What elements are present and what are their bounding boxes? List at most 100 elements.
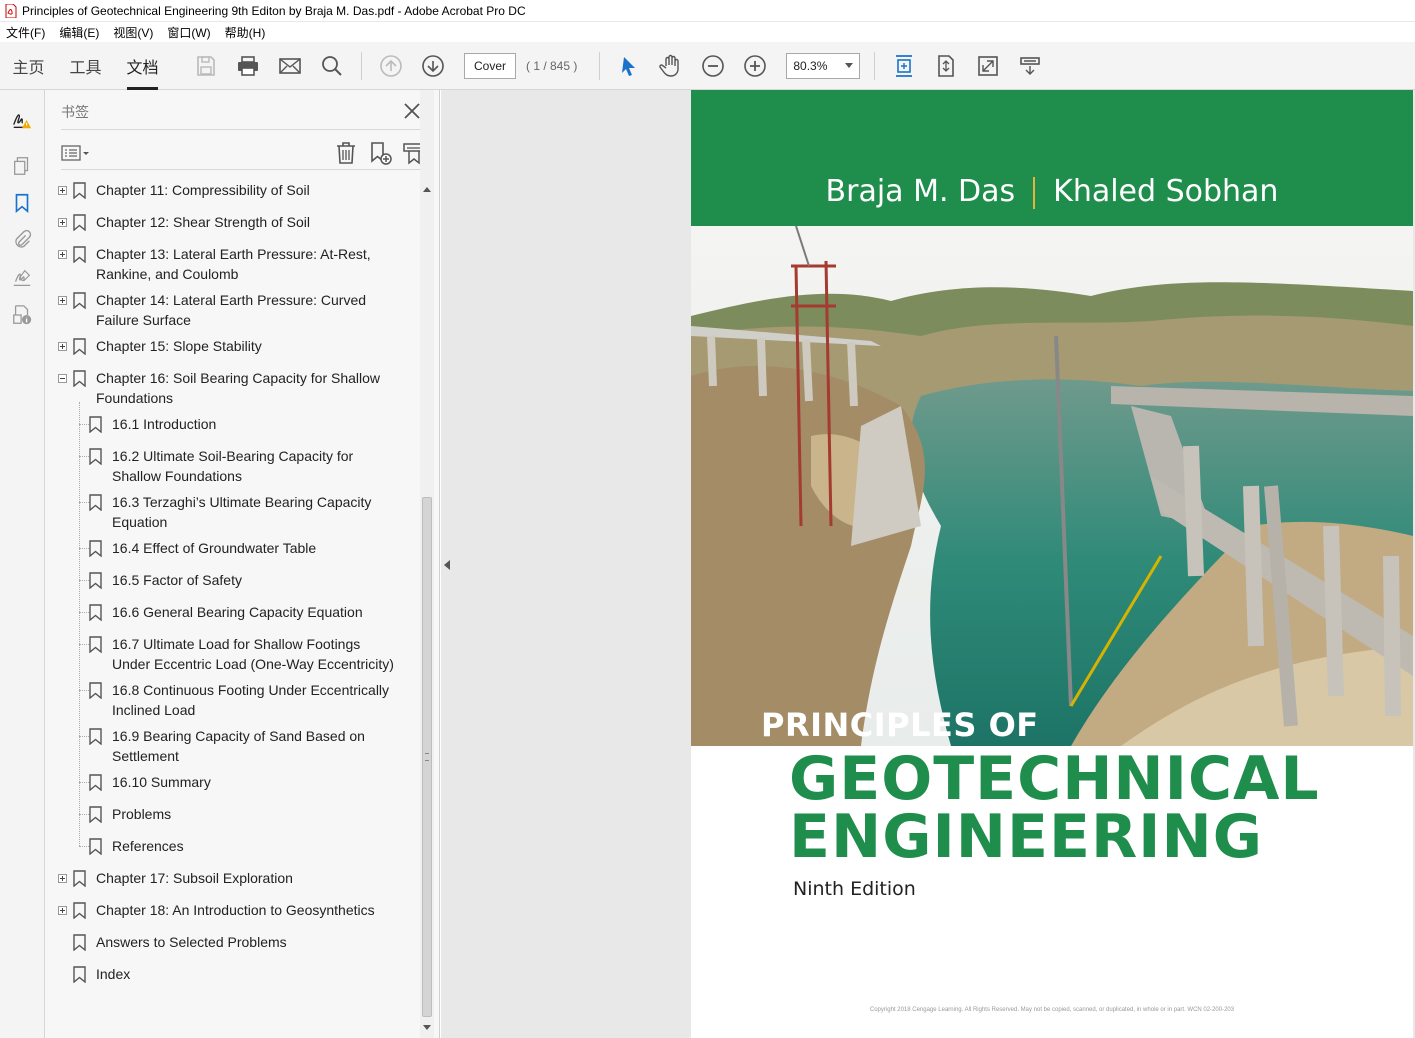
bookmark-item[interactable]: Chapter 12: Shear Strength of Soil [45, 212, 419, 244]
bookmark-subitem[interactable]: 16.5 Factor of Safety [45, 570, 419, 602]
bookmark-label: Chapter 11: Compressibility of Soil [96, 180, 310, 200]
save-icon[interactable] [185, 42, 227, 90]
bookmark-icon [73, 966, 86, 983]
new-bookmark-icon[interactable] [367, 140, 393, 166]
print-icon[interactable] [227, 42, 269, 90]
bookmark-subitem[interactable]: 16.3 Terzaghi’s Ultimate Bearing Capacit… [45, 492, 419, 538]
pdf-app-icon [4, 3, 18, 18]
bookmark-icon [73, 292, 86, 309]
bookmark-label-line-1: Index [96, 966, 131, 982]
expand-icon[interactable] [58, 296, 67, 305]
options-menu-icon[interactable] [61, 142, 95, 164]
expand-icon[interactable] [58, 342, 67, 351]
expand-icon[interactable] [58, 874, 67, 883]
collapse-icon[interactable] [58, 374, 67, 383]
collapse-panel-icon[interactable] [444, 560, 450, 570]
scroll-up-icon[interactable] [423, 187, 431, 192]
document-viewport[interactable]: Braja M. Das Khaled Sobhan PRINCIPLES OF… [441, 90, 1415, 1038]
scrolling-mode-icon[interactable] [883, 42, 925, 90]
tab-tools[interactable]: 工具 [57, 42, 114, 90]
previous-page-icon[interactable] [370, 42, 412, 90]
cover-title-line-2: ENGINEERING [789, 802, 1263, 872]
expand-icon[interactable] [58, 906, 67, 915]
grip-icon [425, 753, 429, 761]
bookmark-icon [89, 682, 102, 699]
email-icon[interactable] [269, 42, 311, 90]
scroll-down-icon[interactable] [423, 1025, 431, 1030]
bookmark-label-line-2: Rankine, and Coulomb [96, 266, 239, 282]
read-mode-icon[interactable] [1009, 42, 1051, 90]
bookmark-item[interactable]: Chapter 14: Lateral Earth Pressure: Curv… [45, 290, 419, 336]
tree-connector [79, 644, 89, 645]
document-info-icon[interactable] [8, 301, 36, 329]
menu-help[interactable]: 帮助(H) [225, 24, 266, 41]
zoom-out-icon[interactable] [692, 42, 734, 90]
bookmarks-panel-header: 书签 [61, 100, 427, 130]
full-screen-icon[interactable] [967, 42, 1009, 90]
bookmark-label: 16.3 Terzaghi’s Ultimate Bearing Capacit… [112, 492, 371, 532]
bookmark-label-line-1: Chapter 15: Slope Stability [96, 338, 262, 354]
bookmark-item[interactable]: Chapter 11: Compressibility of Soil [45, 180, 419, 212]
bookmark-label: 16.2 Ultimate Soil-Bearing Capacity for S… [112, 446, 353, 486]
bookmark-icon [89, 806, 102, 823]
bookmark-label-line-1: 16.4 Effect of Groundwater Table [112, 540, 317, 556]
tab-home[interactable]: 主页 [0, 42, 57, 90]
bookmark-item[interactable]: Chapter 16: Soil Bearing Capacity for Sh… [45, 368, 419, 414]
bookmark-subitem[interactable]: 16.2 Ultimate Soil-Bearing Capacity for S… [45, 446, 419, 492]
bookmark-subitem[interactable]: 16.9 Bearing Capacity of Sand Based on Se… [45, 726, 419, 772]
page-thumbnails-icon[interactable] [8, 152, 36, 180]
bookmarks-scrollbar[interactable] [420, 90, 434, 1038]
bookmark-subitem[interactable]: 16.10 Summary [45, 772, 419, 804]
bookmark-subitem[interactable]: 16.7 Ultimate Load for Shallow Footings U… [45, 634, 419, 680]
bookmark-subitem[interactable]: 16.6 General Bearing Capacity Equation [45, 602, 419, 634]
zoom-in-icon[interactable] [734, 42, 776, 90]
bookmark-subitem[interactable]: References [45, 836, 419, 868]
expand-icon[interactable] [58, 218, 67, 227]
page-number-input[interactable]: Cover [464, 52, 516, 79]
delete-bookmark-icon[interactable] [333, 140, 359, 166]
expand-icon[interactable] [58, 250, 67, 259]
bookmark-icon [73, 246, 86, 263]
bookmark-label: Chapter 16: Soil Bearing Capacity for Sh… [96, 368, 380, 408]
menu-file[interactable]: 文件(F) [6, 24, 45, 41]
tab-document[interactable]: 文档 [114, 42, 171, 90]
bookmark-subitem[interactable]: 16.4 Effect of Groundwater Table [45, 538, 419, 570]
bookmark-icon [73, 214, 86, 231]
bookmark-label: 16.9 Bearing Capacity of Sand Based on Se… [112, 726, 365, 766]
attachment-icon[interactable] [8, 226, 36, 254]
bookmark-item[interactable]: Chapter 15: Slope Stability [45, 336, 419, 368]
bookmark-label-line-2: Foundations [96, 390, 174, 406]
author-divider [1033, 176, 1036, 209]
bookmark-subitem[interactable]: 16.8 Continuous Footing Under Eccentrica… [45, 680, 419, 726]
scrollbar-thumb[interactable] [422, 497, 432, 1017]
menu-edit[interactable]: 编辑(E) [59, 24, 99, 41]
bookmark-icon[interactable] [8, 189, 36, 217]
signature-warning-icon[interactable] [8, 106, 36, 134]
bookmark-icon [73, 870, 86, 887]
bookmark-label: 16.1 Introduction [112, 414, 216, 434]
bookmark-item[interactable]: Chapter 18: An Introduction to Geosynthe… [45, 900, 419, 932]
signature-panel-icon[interactable] [8, 264, 36, 292]
menu-view[interactable]: 视图(V) [113, 24, 153, 41]
next-page-icon[interactable] [412, 42, 454, 90]
search-icon[interactable] [311, 42, 353, 90]
cover-photo-bridge-construction [691, 226, 1413, 746]
menu-window[interactable]: 窗口(W) [167, 24, 210, 41]
chevron-down-icon [845, 63, 854, 68]
hand-tool-icon[interactable] [650, 42, 692, 90]
bookmark-label-line-1: 16.10 Summary [112, 774, 211, 790]
bookmark-label-line-1: 16.3 Terzaghi’s Ultimate Bearing Capacit… [112, 494, 372, 510]
bookmark-subitem[interactable]: 16.1 Introduction [45, 414, 419, 446]
bookmark-item[interactable]: Chapter 13: Lateral Earth Pressure: At-R… [45, 244, 419, 290]
fit-page-icon[interactable] [925, 42, 967, 90]
bookmark-subitem[interactable]: Problems [45, 804, 419, 836]
select-tool-icon[interactable] [608, 42, 650, 90]
bookmark-item[interactable]: Chapter 17: Subsoil Exploration [45, 868, 419, 900]
bookmark-item[interactable]: Index [45, 964, 419, 996]
bookmarks-panel-title: 书签 [61, 104, 89, 120]
expand-icon[interactable] [58, 186, 67, 195]
bookmark-label-line-1: Chapter 14: Lateral Earth Pressure: Curv… [96, 292, 367, 308]
zoom-level-select[interactable]: 80.3% [786, 52, 861, 79]
bookmark-label: 16.7 Ultimate Load for Shallow Footings U… [112, 634, 394, 674]
bookmark-item[interactable]: Answers to Selected Problems [45, 932, 419, 964]
